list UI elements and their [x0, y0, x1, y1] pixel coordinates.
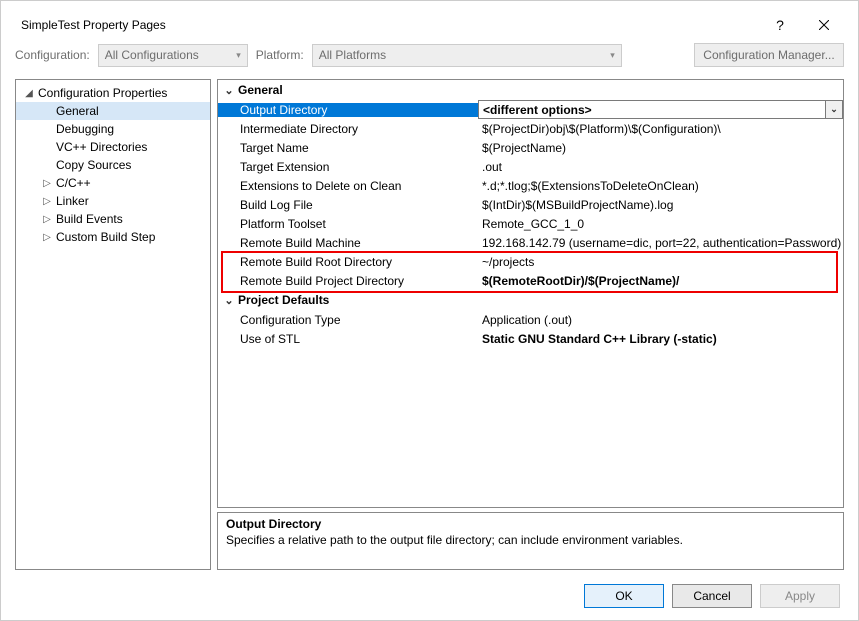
tree-item[interactable]: VC++ Directories [16, 138, 210, 156]
property-value: ~/projects [478, 255, 843, 269]
toolbar: Configuration: All Configurations ▾ Plat… [9, 41, 850, 73]
property-grid[interactable]: ⌄GeneralOutput Directory<different optio… [217, 79, 844, 508]
property-name: Output Directory [218, 103, 478, 117]
configuration-label: Configuration: [15, 48, 90, 62]
tree-item-label: VC++ Directories [54, 140, 147, 154]
description-text: Specifies a relative path to the output … [226, 533, 835, 547]
property-row[interactable]: Target Name$(ProjectName) [218, 138, 843, 157]
tree-item[interactable]: ▷Build Events [16, 210, 210, 228]
tree-item-label: Linker [54, 194, 89, 208]
section-title: General [238, 83, 283, 97]
expand-icon: ▷ [40, 196, 54, 207]
right-pane: ⌄GeneralOutput Directory<different optio… [217, 79, 844, 570]
apply-button[interactable]: Apply [760, 584, 840, 608]
description-title: Output Directory [226, 517, 835, 531]
property-row[interactable]: Remote Build Root Directory~/projects [218, 252, 843, 271]
property-name: Remote Build Project Directory [218, 274, 478, 288]
close-button[interactable] [802, 10, 846, 40]
ok-button[interactable]: OK [584, 584, 664, 608]
cancel-button[interactable]: Cancel [672, 584, 752, 608]
property-name: Configuration Type [218, 313, 478, 327]
dropdown-icon[interactable]: ⌄ [825, 101, 842, 118]
property-row[interactable]: Use of STLStatic GNU Standard C++ Librar… [218, 329, 843, 348]
property-value: .out [478, 160, 843, 174]
property-pages-window: SimpleTest Property Pages ? Configuratio… [0, 0, 859, 621]
section-title: Project Defaults [238, 293, 329, 307]
expand-icon: ▷ [40, 232, 54, 243]
tree-item[interactable]: ▷Linker [16, 192, 210, 210]
tree-item-label: Custom Build Step [54, 230, 155, 244]
property-name: Target Name [218, 141, 478, 155]
property-value[interactable]: <different options>⌄ [478, 100, 843, 119]
property-value: $(ProjectDir)obj\$(Platform)\$(Configura… [478, 122, 843, 136]
property-row[interactable]: Remote Build Machine192.168.142.79 (user… [218, 233, 843, 252]
property-row[interactable]: Remote Build Project Directory$(RemoteRo… [218, 271, 843, 290]
property-value: $(RemoteRootDir)/$(ProjectName)/ [478, 274, 843, 288]
property-name: Target Extension [218, 160, 478, 174]
property-row[interactable]: Output Directory<different options>⌄ [218, 100, 843, 119]
chevron-down-icon: ▾ [236, 50, 241, 61]
property-value: Static GNU Standard C++ Library (-static… [478, 332, 843, 346]
tree-item-label: C/C++ [54, 176, 91, 190]
tree-item[interactable]: ▷C/C++ [16, 174, 210, 192]
property-value: Remote_GCC_1_0 [478, 217, 843, 231]
property-row[interactable]: Platform ToolsetRemote_GCC_1_0 [218, 214, 843, 233]
tree-item-label: Build Events [54, 212, 123, 226]
tree-item[interactable]: General [16, 102, 210, 120]
tree-item[interactable]: Debugging [16, 120, 210, 138]
platform-value: All Platforms [319, 48, 386, 62]
description-box: Output Directory Specifies a relative pa… [217, 512, 844, 570]
property-row[interactable]: Extensions to Delete on Clean*.d;*.tlog;… [218, 176, 843, 195]
property-name: Build Log File [218, 198, 478, 212]
tree-item-label: Copy Sources [54, 158, 131, 172]
tree-item-label: Debugging [54, 122, 114, 136]
dialog-buttons: OK Cancel Apply [584, 584, 840, 608]
expand-icon: ▷ [40, 214, 54, 225]
configuration-combo[interactable]: All Configurations ▾ [98, 44, 248, 67]
section-header[interactable]: ⌄Project Defaults [218, 290, 843, 310]
property-name: Platform Toolset [218, 217, 478, 231]
property-value: *.d;*.tlog;$(ExtensionsToDeleteOnClean) [478, 179, 843, 193]
property-row[interactable]: Intermediate Directory$(ProjectDir)obj\$… [218, 119, 843, 138]
body: ◢ Configuration Properties General Debugg… [15, 79, 844, 570]
help-button[interactable]: ? [758, 10, 802, 40]
property-row[interactable]: Build Log File$(IntDir)$(MSBuildProjectN… [218, 195, 843, 214]
property-name: Extensions to Delete on Clean [218, 179, 478, 193]
chevron-down-icon: ▾ [610, 50, 615, 61]
property-value: $(ProjectName) [478, 141, 843, 155]
property-name: Remote Build Machine [218, 236, 478, 250]
section-header[interactable]: ⌄General [218, 80, 843, 100]
platform-label: Platform: [256, 48, 304, 62]
property-row[interactable]: Target Extension.out [218, 157, 843, 176]
nav-tree[interactable]: ◢ Configuration Properties General Debugg… [15, 79, 211, 570]
window-title: SimpleTest Property Pages [21, 18, 758, 32]
tree-root[interactable]: ◢ Configuration Properties [16, 84, 210, 102]
property-row[interactable]: Configuration TypeApplication (.out) [218, 310, 843, 329]
tree-item-label: General [54, 104, 99, 118]
property-name: Intermediate Directory [218, 122, 478, 136]
property-value: $(IntDir)$(MSBuildProjectName).log [478, 198, 843, 212]
property-value: Application (.out) [478, 313, 843, 327]
property-name: Use of STL [218, 332, 478, 346]
property-name: Remote Build Root Directory [218, 255, 478, 269]
configuration-manager-button[interactable]: Configuration Manager... [694, 43, 844, 67]
platform-combo[interactable]: All Platforms ▾ [312, 44, 622, 67]
expand-icon: ▷ [40, 178, 54, 189]
collapse-icon: ⌄ [220, 294, 238, 307]
property-value: 192.168.142.79 (username=dic, port=22, a… [478, 236, 843, 250]
tree-item[interactable]: ▷Custom Build Step [16, 228, 210, 246]
collapse-icon: ◢ [22, 88, 36, 99]
collapse-icon: ⌄ [220, 84, 238, 97]
tree-item[interactable]: Copy Sources [16, 156, 210, 174]
titlebar: SimpleTest Property Pages ? [9, 9, 850, 41]
configuration-value: All Configurations [105, 48, 199, 62]
